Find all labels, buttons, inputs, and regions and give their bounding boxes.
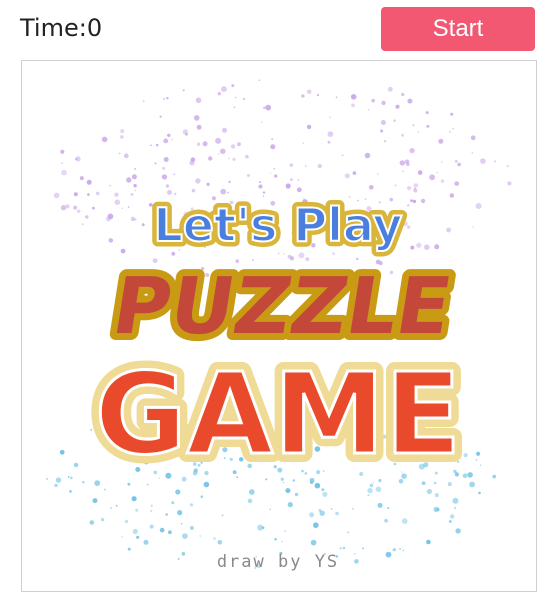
title-line1: Let's Play xyxy=(153,198,402,252)
title-line2: PUZZLE xyxy=(107,260,458,351)
timer-display: Time:0 xyxy=(20,14,102,42)
image-credit: draw by YS xyxy=(217,552,339,572)
title-line3: GAME xyxy=(95,350,462,480)
title-art: Let's Play Let's Play PUZZLE PUZZLE GAME… xyxy=(86,193,471,490)
timer-label: Time: xyxy=(20,14,87,42)
puzzle-board[interactable]: Let's Play Let's Play PUZZLE PUZZLE GAME… xyxy=(21,60,537,592)
start-button[interactable]: Start xyxy=(381,7,535,51)
puzzle-image: Let's Play Let's Play PUZZLE PUZZLE GAME… xyxy=(46,79,512,572)
timer-value: 0 xyxy=(86,14,103,42)
